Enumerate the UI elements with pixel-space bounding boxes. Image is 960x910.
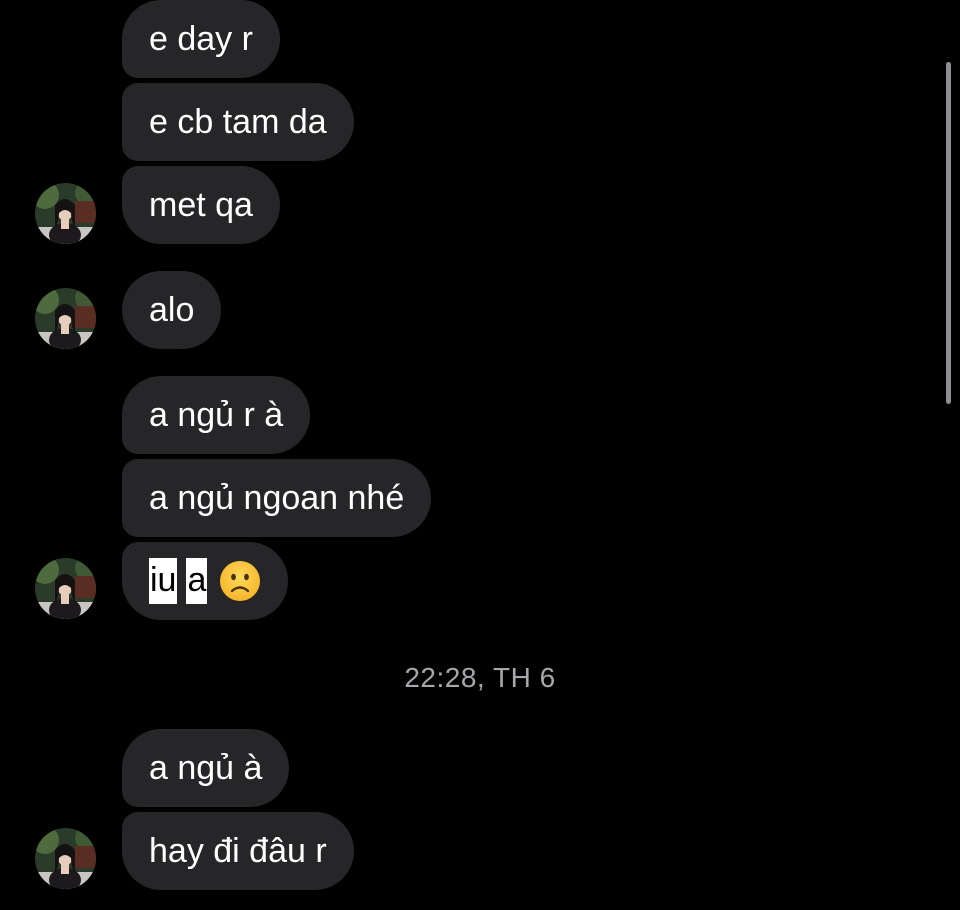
message-text: a ngủ r à: [149, 396, 284, 434]
message-text: e day r: [149, 20, 253, 58]
message-bubble[interactable]: e day r: [122, 0, 280, 78]
message-bubble[interactable]: alo: [122, 271, 222, 349]
message-bubble[interactable]: hay đi đâu r: [122, 812, 354, 890]
avatar-image: [35, 828, 96, 889]
message-bubble[interactable]: a ngủ à: [122, 729, 290, 807]
message-text: hay đi đâu r: [149, 832, 327, 870]
avatar-image: [35, 558, 96, 619]
contact-avatar[interactable]: [35, 558, 96, 619]
avatar-image: [35, 183, 96, 244]
message-bubble[interactable]: a ngủ ngoan nhé: [122, 459, 432, 537]
scrollbar-thumb[interactable]: [946, 62, 951, 404]
message-text: met qa: [149, 186, 253, 224]
message-bubble[interactable]: a ngủ r à: [122, 376, 311, 454]
avatar-image: [35, 288, 96, 349]
contact-avatar[interactable]: [35, 288, 96, 349]
message-text: e cb tam da: [149, 103, 327, 141]
contact-avatar[interactable]: [35, 828, 96, 889]
message-text: a ngủ à: [149, 749, 263, 787]
slightly-frowning-face-icon: [220, 561, 261, 601]
message-bubble[interactable]: iu a: [122, 542, 289, 620]
message-text: alo: [149, 291, 195, 329]
message-bubble[interactable]: met qa: [122, 166, 280, 244]
contact-avatar[interactable]: [35, 183, 96, 244]
highlighted-text: iu: [149, 558, 178, 604]
message-text: a ngủ ngoan nhé: [149, 479, 405, 517]
highlighted-text: a: [186, 558, 208, 604]
message-bubble[interactable]: e cb tam da: [122, 83, 354, 161]
timestamp-divider: 22:28, TH 6: [404, 662, 556, 693]
